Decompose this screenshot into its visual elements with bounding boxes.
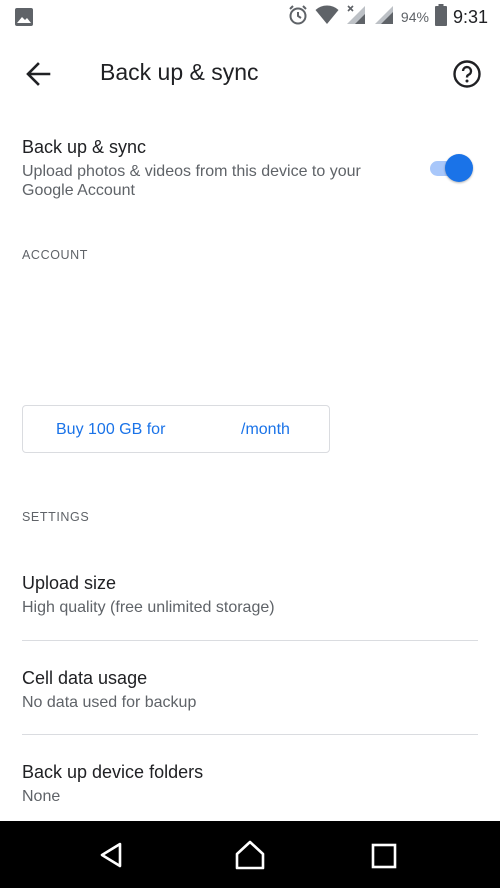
cell-signal-icon <box>373 4 395 31</box>
setting-cell-data-usage[interactable]: Cell data usage No data used for backup <box>0 668 500 762</box>
app-bar: Back up & sync <box>0 34 500 110</box>
help-icon <box>449 60 485 96</box>
help-button[interactable] <box>449 56 485 92</box>
account-section-header: ACCOUNT <box>22 248 89 262</box>
status-icons: 94% 9:31 <box>287 3 488 31</box>
back-button[interactable] <box>20 56 56 92</box>
nav-home-icon <box>233 840 267 875</box>
setting-title: Upload size <box>22 573 117 593</box>
arrow-back-icon <box>20 62 56 96</box>
wifi-icon <box>315 5 339 30</box>
nav-back-icon <box>96 842 128 875</box>
divider <box>22 640 478 641</box>
backup-sync-toggle[interactable] <box>428 154 474 182</box>
status-bar: 94% 9:31 <box>0 0 500 34</box>
backup-sync-description: Upload photos & videos from this device … <box>22 163 361 199</box>
setting-title: Back up device folders <box>22 762 204 782</box>
nav-back-button[interactable] <box>96 839 128 871</box>
backup-sync-row[interactable]: Back up & sync Upload photos & videos fr… <box>0 128 500 210</box>
nav-home-button[interactable] <box>233 839 265 871</box>
page-title: Back up & sync <box>100 59 259 85</box>
setting-title: Cell data usage <box>22 668 148 688</box>
alarm-icon <box>287 4 309 31</box>
system-nav-bar <box>0 821 500 888</box>
battery-icon <box>434 3 447 31</box>
buy-storage-button[interactable]: Buy 100 GB for /month <box>22 405 330 453</box>
nav-recents-button[interactable] <box>370 839 402 871</box>
setting-subtitle: None <box>22 788 61 805</box>
nav-recents-icon <box>370 843 398 875</box>
buy-storage-period: /month <box>241 421 290 438</box>
setting-subtitle: High quality (free unlimited storage) <box>22 599 275 616</box>
battery-percent: 94% <box>400 9 429 25</box>
cell-signal-no-data-icon <box>345 4 367 31</box>
buy-storage-label: Buy 100 GB for <box>56 421 166 438</box>
setting-subtitle: No data used for backup <box>22 694 197 711</box>
divider <box>22 734 478 735</box>
setting-upload-size[interactable]: Upload size High quality (free unlimited… <box>0 573 500 667</box>
toggle-thumb <box>445 154 473 182</box>
gallery-icon <box>14 7 34 32</box>
clock-time: 9:31 <box>452 6 488 27</box>
settings-section-header: SETTINGS <box>22 510 90 524</box>
backup-sync-title: Back up & sync <box>22 137 147 157</box>
